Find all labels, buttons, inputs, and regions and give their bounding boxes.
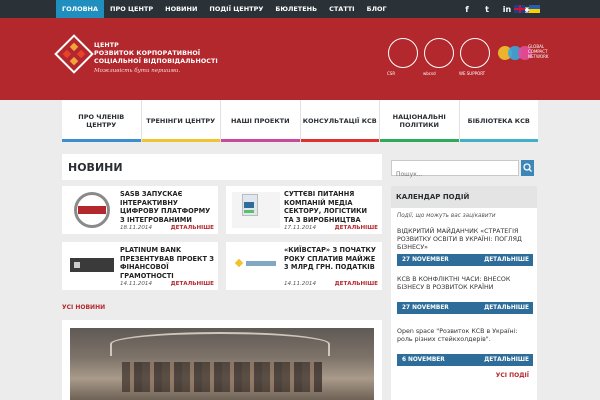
logo-icon[interactable] (54, 34, 94, 74)
menu-accent (141, 139, 220, 142)
main-menu: ПРО ЧЛЕНІВ ЦЕНТРУ ТРЕНІНГИ ЦЕНТРУ НАШІ П… (62, 100, 538, 142)
wbcsd-logo[interactable]: wbcsd (423, 38, 454, 76)
logo-line-3: СОЦІАЛЬНОЇ ВІДПОВІДАЛЬНОСТІ (94, 58, 218, 65)
menu-accent (300, 139, 379, 142)
menu-accent (62, 139, 141, 142)
menu-policies-label: НАЦІОНАЛЬНІ ПОЛІТИКИ (392, 113, 446, 129)
topnav-events[interactable]: ПОДІЇ ЦЕНТРУ (203, 0, 269, 18)
csr-label: CSR (387, 71, 396, 76)
menu-accent (221, 139, 300, 142)
event-item[interactable]: Open space "Розвиток КСВ в Україні: роль… (397, 328, 533, 366)
facebook-icon[interactable]: f (462, 5, 472, 14)
menu-consulting[interactable]: КОНСУЛЬТАЦІЇ КСВ (300, 100, 380, 142)
twitter-icon[interactable]: t (482, 5, 492, 14)
event-more-link[interactable]: ДЕТАЛЬНІШЕ (484, 305, 529, 311)
event-bar: 6 NOVEMBER ДЕТАЛЬНІШЕ (397, 354, 533, 366)
menu-trainings-label: ТРЕНІНГИ ЦЕНТРУ (146, 117, 216, 125)
menu-accent (459, 139, 538, 142)
featured-photo[interactable] (62, 320, 382, 400)
search-icon (523, 163, 532, 172)
logo-text[interactable]: ЦЕНТР РОЗВИТОК КОРПОРАТИВНОЇ СОЦІАЛЬНОЇ … (94, 42, 218, 66)
header-band: ЦЕНТР РОЗВИТОК КОРПОРАТИВНОЇ СОЦІАЛЬНОЇ … (0, 18, 600, 100)
search-box (391, 160, 519, 182)
logo-line-2: РОЗВИТОК КОРПОРАТИВНОЇ (94, 50, 201, 57)
logo-slogan: Можливість бути першими. (94, 68, 181, 74)
menu-projects[interactable]: НАШІ ПРОЕКТИ (221, 100, 301, 142)
english-flag-icon[interactable] (514, 5, 525, 13)
topnav-news[interactable]: НОВИНИ (159, 0, 203, 18)
topnav-bulletin[interactable]: БЮЛЕТЕНЬ (269, 0, 323, 18)
calendar-title: КАЛЕНДАР ПОДІЙ (391, 186, 537, 208)
gcn-label: GLOBAL COMPACT NETWORK (528, 44, 549, 59)
menu-projects-label: НАШІ ПРОЕКТИ (230, 117, 290, 125)
top-bar: ГОЛОВНА ПРО ЦЕНТР НОВИНИ ПОДІЇ ЦЕНТРУ БЮ… (0, 0, 600, 18)
event-item[interactable]: ВІДКРИТИЙ МАЙДАНЧИК «СТРАТЕГІЯ РОЗВИТКУ … (397, 228, 533, 266)
news-card[interactable]: СУТТЄВІ ПИТАННЯ КОМПАНІЙ МЕДІА СЕКТОРУ, … (226, 186, 382, 234)
all-news-link[interactable]: УСІ НОВИНИ (62, 304, 105, 311)
search-button[interactable] (521, 160, 534, 176)
topnav-blog[interactable]: БЛОГ (361, 0, 393, 18)
photo-people (122, 362, 322, 392)
news-date: 14.11.2014 (284, 281, 317, 287)
top-nav: ГОЛОВНА ПРО ЦЕНТР НОВИНИ ПОДІЇ ЦЕНТРУ БЮ… (56, 0, 393, 18)
menu-library-label: БІБЛІОТЕКА КСВ (467, 117, 530, 125)
news-more-link[interactable]: ДЕТАЛЬНІШЕ (335, 281, 378, 287)
partner-logos: CSR wbcsd WE SUPPORT GLOBAL COMPACT NETW… (387, 38, 548, 76)
sasb-logo-thumb[interactable] (68, 192, 116, 228)
news-title: НОВИНИ (68, 161, 123, 174)
news-header: НОВИНИ (62, 154, 382, 180)
topnav-home[interactable]: ГОЛОВНА (56, 0, 105, 18)
menu-policies[interactable]: НАЦІОНАЛЬНІ ПОЛІТИКИ (380, 100, 460, 142)
topnav-about[interactable]: ПРО ЦЕНТР (104, 0, 159, 18)
calendar-subtitle: Події, що можуть вас зацікавити (397, 213, 496, 219)
ukrainian-flag-icon[interactable] (529, 5, 540, 13)
event-title[interactable]: КСВ В КОНФЛІКТНІ ЧАСИ: ВНЕСОК БІЗНЕСУ В … (397, 276, 533, 302)
menu-members-label: ПРО ЧЛЕНІВ ЦЕНТРУ (78, 113, 125, 129)
event-date: 6 NOVEMBER (402, 357, 445, 363)
event-date: 27 NOVEMBER (402, 305, 449, 311)
photo-arch (110, 332, 330, 356)
news-card[interactable]: PLATINUM BANK ПРЕЗЕНТУВАВ ПРОЕКТ З ФІНАН… (62, 242, 218, 290)
event-bar: 27 NOVEMBER ДЕТАЛЬНІШЕ (397, 254, 533, 266)
report-thumb[interactable] (232, 192, 280, 228)
search-input[interactable] (392, 167, 518, 182)
wbcsd-label: wbcsd (423, 71, 436, 76)
event-more-link[interactable]: ДЕТАЛЬНІШЕ (484, 357, 529, 363)
global-compact-logo[interactable]: WE SUPPORT (459, 38, 490, 76)
news-date: 14.11.2014 (120, 281, 153, 287)
language-switch (514, 5, 540, 13)
news-title-text[interactable]: SASB ЗАПУСКАЄ ІНТЕРАКТИВНУ ЦИФРОВУ ПЛАТФ… (120, 190, 214, 224)
news-date: 18.11.2014 (120, 225, 153, 231)
news-title-text[interactable]: «КИЇВСТАР» З ПОЧАТКУ РОКУ СПЛАТИВ МАЙЖЕ … (284, 246, 378, 272)
menu-trainings[interactable]: ТРЕНІНГИ ЦЕНТРУ (141, 100, 221, 142)
menu-consulting-label: КОНСУЛЬТАЦІЇ КСВ (302, 117, 377, 125)
all-events-link[interactable]: УСІ ПОДІЇ (496, 372, 529, 379)
menu-accent (380, 139, 459, 142)
gcn-logo[interactable]: GLOBAL COMPACT NETWORK (496, 44, 548, 60)
event-more-link[interactable]: ДЕТАЛЬНІШЕ (484, 257, 529, 263)
news-date: 17.11.2014 (284, 225, 317, 231)
news-card[interactable]: «КИЇВСТАР» З ПОЧАТКУ РОКУ СПЛАТИВ МАЙЖЕ … (226, 242, 382, 290)
news-title-text[interactable]: СУТТЄВІ ПИТАННЯ КОМПАНІЙ МЕДІА СЕКТОРУ, … (284, 190, 378, 224)
news-card[interactable]: SASB ЗАПУСКАЄ ІНТЕРАКТИВНУ ЦИФРОВУ ПЛАТФ… (62, 186, 218, 234)
event-title[interactable]: ВІДКРИТИЙ МАЙДАНЧИК «СТРАТЕГІЯ РОЗВИТКУ … (397, 228, 533, 254)
events-calendar: КАЛЕНДАР ПОДІЙ Події, що можуть вас заці… (391, 186, 537, 400)
event-bar: 27 NOVEMBER ДЕТАЛЬНІШЕ (397, 302, 533, 314)
menu-library[interactable]: БІБЛІОТЕКА КСВ (459, 100, 538, 142)
news-title-text[interactable]: PLATINUM BANK ПРЕЗЕНТУВАВ ПРОЕКТ З ФІНАН… (120, 246, 214, 280)
logo-line-1: ЦЕНТР (94, 42, 119, 49)
news-more-link[interactable]: ДЕТАЛЬНІШЕ (171, 225, 214, 231)
menu-members[interactable]: ПРО ЧЛЕНІВ ЦЕНТРУ (62, 100, 142, 142)
platinum-bank-thumb[interactable] (68, 248, 116, 284)
csr-europe-logo[interactable]: CSR (387, 38, 418, 76)
linkedin-icon[interactable]: in (502, 5, 512, 14)
topnav-articles[interactable]: СТАТТІ (323, 0, 361, 18)
news-more-link[interactable]: ДЕТАЛЬНІШЕ (171, 281, 214, 287)
news-more-link[interactable]: ДЕТАЛЬНІШЕ (335, 225, 378, 231)
event-item[interactable]: КСВ В КОНФЛІКТНІ ЧАСИ: ВНЕСОК БІЗНЕСУ В … (397, 276, 533, 314)
event-title[interactable]: Open space "Розвиток КСВ в Україні: роль… (397, 328, 533, 354)
kyivstar-thumb[interactable] (232, 248, 280, 284)
event-date: 27 NOVEMBER (402, 257, 449, 263)
we-support-label: WE SUPPORT (459, 71, 486, 76)
